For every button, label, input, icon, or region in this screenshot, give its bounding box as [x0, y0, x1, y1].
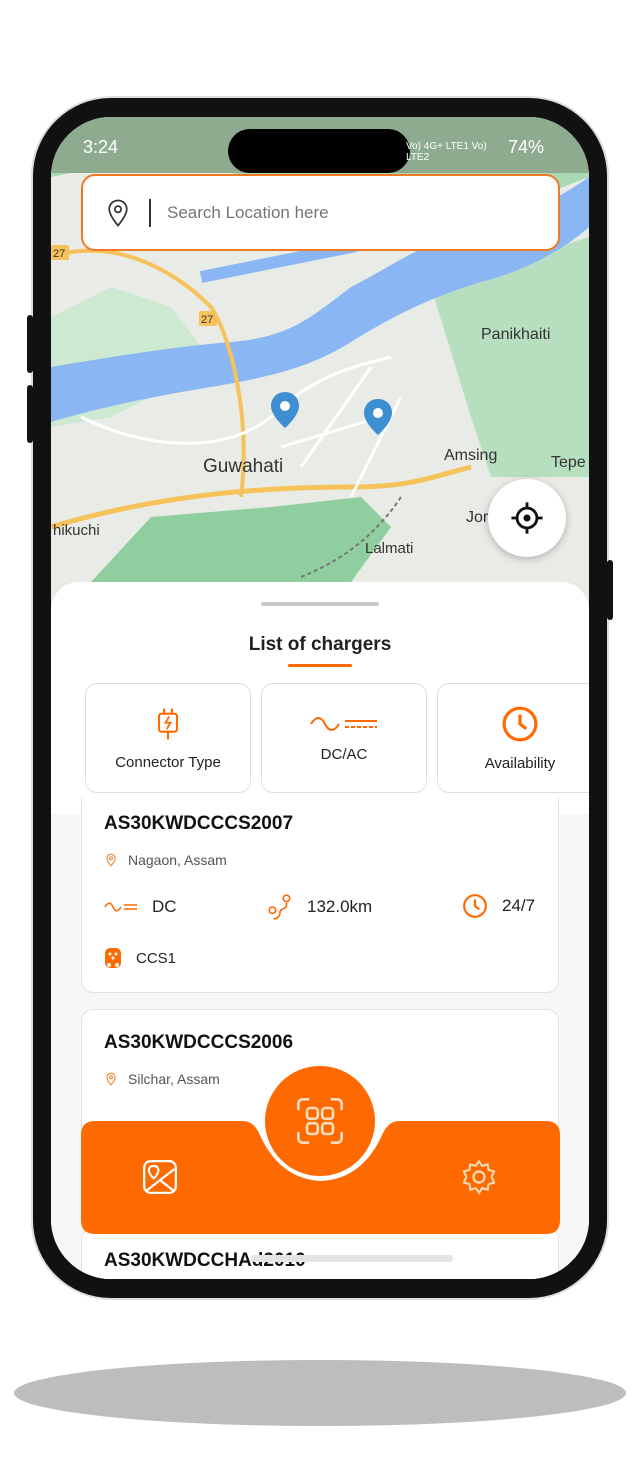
crosshair-icon — [511, 502, 543, 534]
filter-label: DC/AC — [320, 745, 368, 763]
current-text: DC — [152, 897, 177, 916]
status-battery: 74% — [508, 137, 545, 157]
map-label: Lalmati — [365, 540, 413, 557]
nav-map-button[interactable] — [141, 1158, 179, 1201]
distance: 132.0km — [267, 893, 372, 921]
map-label: 27 — [53, 248, 65, 260]
filter-label: Availability — [484, 754, 556, 772]
filter-connector-type[interactable]: Connector Type — [85, 683, 251, 793]
scan-qr-icon — [297, 1098, 343, 1144]
charger-location: Nagaon, Assam — [104, 851, 227, 869]
clock-icon — [502, 706, 538, 741]
charger-id: AS30KWDCCCS2006 — [104, 1032, 294, 1053]
hours-text: 24/7 — [502, 896, 536, 915]
map-label: Panikhaiti — [481, 326, 550, 343]
my-location-button[interactable] — [488, 479, 566, 557]
connector-text: CCS1 — [136, 949, 177, 967]
charger-id: AS30KWDCCCS2007 — [104, 813, 294, 834]
hours: 24/7 — [462, 893, 535, 919]
nav-settings-button[interactable] — [460, 1158, 498, 1201]
camera-notch — [228, 129, 410, 173]
divider — [149, 198, 151, 227]
sheet-title: List of chargers — [248, 634, 392, 655]
location-pin-icon — [106, 1072, 116, 1086]
scan-qr-button[interactable] — [265, 1066, 375, 1176]
map-label: Jor — [466, 509, 489, 526]
search-input[interactable] — [167, 202, 467, 223]
route-icon — [268, 894, 291, 920]
filter-label: Connector Type — [115, 753, 221, 771]
dc-ac-icon — [310, 716, 377, 731]
location-text: Nagaon, Assam — [128, 852, 227, 868]
map-label: hikuchi — [53, 522, 100, 539]
map-label: Amsing — [444, 447, 497, 464]
filter-dc-ac[interactable]: DC/AC — [261, 683, 427, 793]
title-underline — [288, 664, 352, 667]
map-label: Guwahati — [203, 456, 283, 477]
ccs-connector-icon — [105, 948, 121, 968]
clock-icon — [463, 894, 487, 918]
status-time: 3:24 — [83, 137, 119, 157]
search-bar[interactable] — [81, 174, 560, 251]
status-network: Vo) 4G+ LTE1 Vo) LTE2 — [406, 141, 487, 163]
home-indicator[interactable] — [251, 1255, 453, 1262]
screen: Guwahati Panikhaiti Amsing Tepe Jor Lalm… — [51, 117, 589, 1279]
map-icon — [143, 1160, 177, 1194]
location-pin-icon — [108, 199, 128, 227]
charger-card[interactable]: AS30KWDCCHAd2010 — [81, 1227, 559, 1279]
filter-row: Connector Type DC/AC Availability — [85, 683, 589, 793]
charger-card[interactable]: AS30KWDCCCS2007 Nagaon, Assam DC 132.0km… — [81, 797, 559, 993]
device-shadow — [14, 1360, 626, 1426]
distance-text: 132.0km — [307, 897, 373, 916]
volume-down-button — [27, 385, 33, 443]
map-label: Tepe — [551, 454, 586, 471]
location-pin-icon — [106, 853, 116, 867]
map-label: 27 — [201, 314, 213, 326]
volume-up-button — [27, 315, 33, 373]
connector-icon — [157, 708, 179, 739]
sheet-drag-handle[interactable] — [261, 602, 379, 606]
connector: CCS1 — [104, 947, 176, 969]
location-text: Silchar, Assam — [128, 1071, 220, 1087]
power-button — [607, 560, 613, 620]
filter-availability[interactable]: Availability — [437, 683, 589, 793]
dc-ac-icon — [104, 902, 137, 912]
settings-icon — [462, 1159, 496, 1195]
charger-location: Silchar, Assam — [104, 1070, 220, 1088]
current-type: DC — [104, 897, 177, 917]
